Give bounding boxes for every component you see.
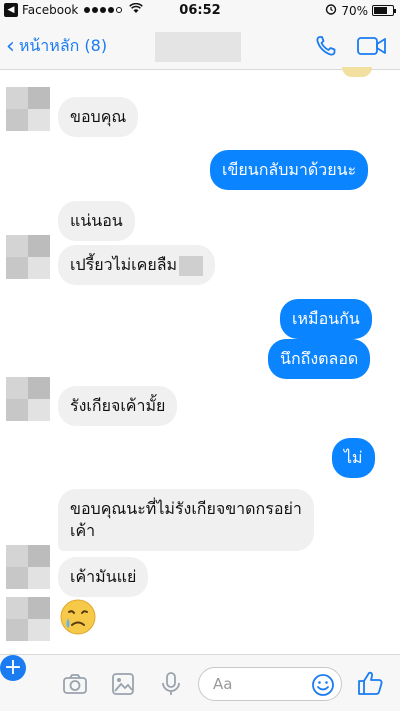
message-text-line: เค้า (70, 521, 96, 540)
status-bar: ◀ Facebook 06:52 70% (0, 0, 400, 22)
conversation-header: ‹ หน้าหลัก (8) (0, 22, 400, 70)
camera-icon[interactable] (62, 671, 88, 697)
plus-icon[interactable]: + (0, 655, 26, 681)
message-incoming[interactable]: ขอบคุณนะที่ไม่รังเกียจขาดกรอย่า เค้า (58, 489, 314, 551)
microphone-icon[interactable] (158, 671, 184, 697)
message-text: เปรี้ยวไม่เคยลืม (70, 255, 178, 274)
redacted-text (179, 255, 204, 276)
crying-emoji-icon[interactable] (58, 597, 98, 637)
message-outgoing[interactable]: เหมือนกัน (280, 299, 372, 339)
thumbs-up-icon[interactable] (356, 669, 384, 697)
avatar[interactable] (6, 597, 50, 641)
message-incoming[interactable]: เค้ามันแย่ (58, 557, 149, 597)
video-camera-icon[interactable] (356, 35, 388, 57)
message-incoming[interactable]: ขอบคุณ (58, 97, 139, 137)
chevron-left-icon: ‹ (6, 33, 15, 59)
battery-icon (372, 5, 396, 16)
battery-percent: 70% (341, 3, 368, 18)
back-button[interactable]: ‹ หน้าหลัก (8) (6, 34, 107, 59)
smiley-icon[interactable] (311, 673, 335, 697)
message-outgoing[interactable]: เขียนกลับมาด้วยนะ (210, 150, 369, 190)
message-incoming[interactable]: แน่นอน (58, 201, 135, 241)
message-list[interactable]: ขอบคุณ เขียนกลับมาด้วยนะ แน่นอน เปรี้ยวไ… (0, 67, 400, 654)
avatar[interactable] (6, 87, 50, 131)
alarm-icon (325, 3, 337, 18)
message-incoming[interactable]: รังเกียจเค้ามั้ย (58, 386, 178, 426)
partial-emoji-icon (342, 67, 372, 77)
phone-icon[interactable] (314, 34, 340, 58)
message-outgoing[interactable]: ไม่ (332, 438, 375, 478)
message-input[interactable]: Aa (198, 667, 342, 701)
message-incoming[interactable]: เปรี้ยวไม่เคยลืม (58, 245, 216, 285)
back-label: หน้าหลัก (8) (18, 36, 108, 55)
contact-name-redacted[interactable] (155, 32, 241, 62)
status-right: 70% (325, 3, 396, 18)
avatar[interactable] (6, 377, 50, 421)
message-outgoing[interactable]: นึกถึงตลอด (268, 339, 371, 379)
image-icon[interactable] (110, 671, 136, 697)
avatar[interactable] (6, 235, 50, 279)
message-input-placeholder: Aa (213, 675, 233, 693)
message-text-line: ขอบคุณนะที่ไม่รังเกียจขาดกรอย่า (70, 499, 302, 518)
composer-toolbar: + Aa (0, 654, 400, 711)
avatar[interactable] (6, 545, 50, 589)
